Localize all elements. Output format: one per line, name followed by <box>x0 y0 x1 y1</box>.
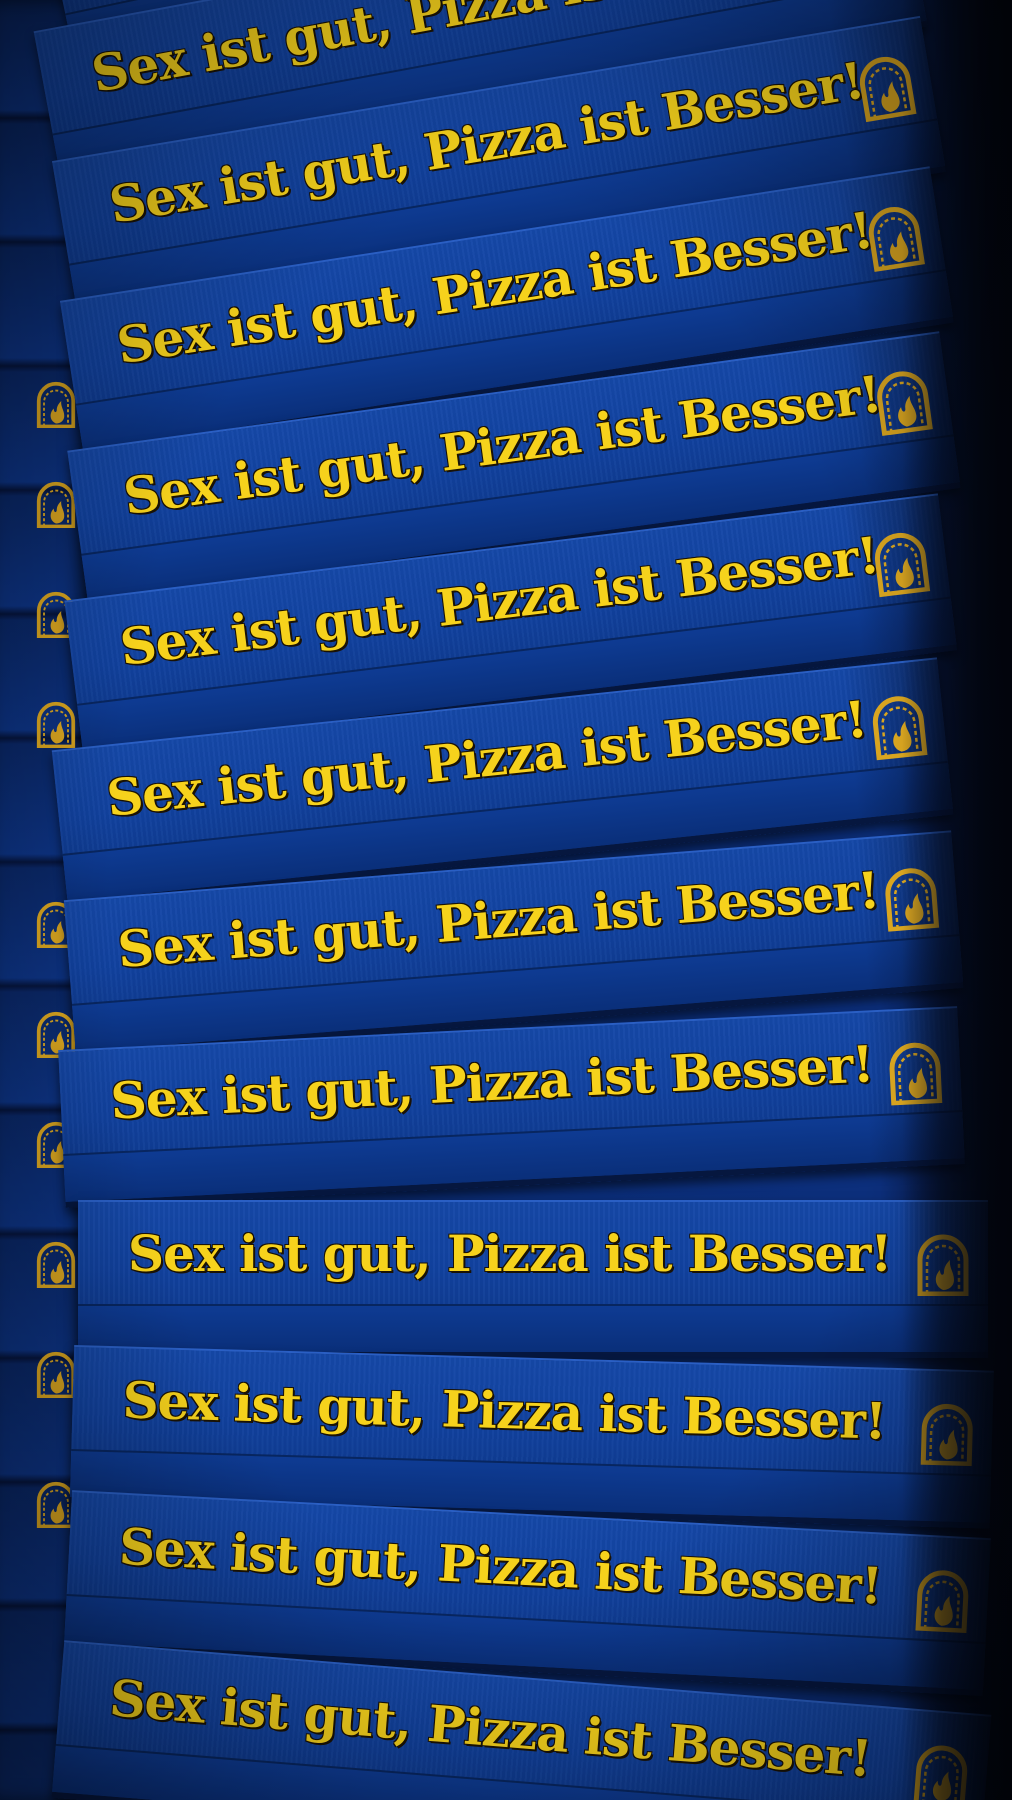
pizza-oven-icon <box>34 1350 78 1399</box>
box-lid-flap <box>78 1304 988 1352</box>
box-slogan: Sex ist gut, Pizza ist Besser! <box>128 1224 892 1283</box>
box-slogan: Sex ist gut, Pizza ist Besser! <box>121 1370 887 1451</box>
box-slogan: Sex ist gut, Pizza ist Besser! <box>117 1516 884 1616</box>
pizza-oven-icon <box>34 1240 78 1289</box>
right-shadow-edge <box>902 0 1012 1800</box>
pizza-oven-icon <box>34 380 78 429</box>
box-slogan: Sex ist gut, Pizza ist Besser! <box>109 1034 875 1131</box>
pizza-box: Sex ist gut, Pizza ist Besser! <box>78 1200 988 1358</box>
pizza-oven-icon <box>34 700 78 749</box>
pizza-box-stack-photo: Sex ist gut, Pizza ist Besser! Sex ist gu… <box>0 0 1012 1800</box>
